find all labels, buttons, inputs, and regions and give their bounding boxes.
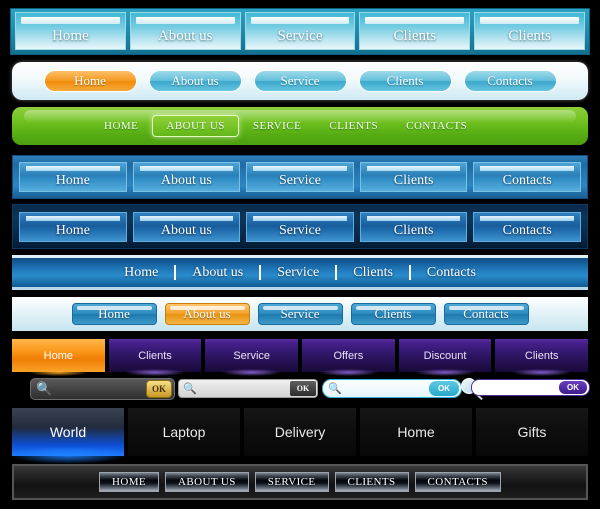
nav-item-clients[interactable]: Clients bbox=[359, 211, 468, 242]
nav-item-about-us[interactable]: About us bbox=[164, 303, 250, 325]
nav-item-label: About us bbox=[157, 28, 213, 44]
nav-item-contacts[interactable]: Contacts bbox=[411, 265, 492, 280]
search-bar-cyan: 🔍 OK bbox=[322, 379, 462, 398]
nav-bar-medium-blue-tabs: Home About us Service Clients Contacts bbox=[12, 155, 588, 199]
nav-item-label: Contacts bbox=[502, 173, 552, 188]
nav-bar-white-rounded-pills: Home About us Service Clients Contacts bbox=[12, 62, 588, 100]
search-ok-button[interactable]: OK bbox=[146, 380, 172, 398]
nav-item-service[interactable]: SERVICE bbox=[254, 472, 329, 492]
nav-item-home[interactable]: HOME bbox=[99, 472, 160, 492]
nav-item-about-us[interactable]: About us bbox=[148, 70, 242, 92]
nav-item-discount[interactable]: Discount bbox=[398, 339, 492, 376]
nav-item-home[interactable]: Home bbox=[15, 12, 126, 50]
nav-bar-light-cyan-tabs: Home About us Service Clients Clients bbox=[10, 8, 590, 55]
magnifier-icon: 🔍 bbox=[328, 383, 342, 395]
search-field-wrapper: OK bbox=[471, 379, 590, 396]
nav-item-about-us[interactable]: About us bbox=[132, 162, 241, 192]
search-bar-silver: 🔍 OK bbox=[178, 379, 318, 398]
nav-item-service[interactable]: Service bbox=[261, 265, 338, 280]
nav-item-label: About us bbox=[160, 173, 212, 188]
nav-item-label: Service bbox=[278, 222, 321, 238]
nav-item-label: Service bbox=[278, 173, 321, 188]
nav-item-service[interactable]: Service bbox=[246, 162, 354, 192]
magnifier-icon: 🔍 bbox=[183, 383, 197, 395]
nav-item-home[interactable]: HOME bbox=[90, 115, 152, 137]
nav-bar-black-tabs-blue-glow: World Laptop Delivery Home Gifts bbox=[7, 408, 588, 464]
nav-item-clients[interactable]: Clients bbox=[359, 162, 468, 192]
nav-item-home[interactable]: Home bbox=[12, 339, 105, 376]
nav-item-offers[interactable]: Offers bbox=[302, 339, 395, 376]
nav-item-clients[interactable]: Clients bbox=[350, 303, 436, 325]
nav-item-home[interactable]: Home bbox=[19, 162, 127, 192]
nav-item-world[interactable]: World bbox=[7, 408, 129, 464]
nav-item-clients[interactable]: CLIENTS bbox=[315, 115, 392, 137]
nav-item-service[interactable]: Service bbox=[246, 211, 354, 242]
nav-item-service[interactable]: Service bbox=[257, 303, 343, 325]
nav-item-about-us[interactable]: ABOUT US bbox=[165, 472, 249, 492]
nav-item-label: Clients bbox=[393, 222, 434, 238]
nav-item-contacts[interactable]: Contacts bbox=[473, 162, 581, 192]
nav-item-label: Home bbox=[55, 222, 90, 238]
nav-item-home[interactable]: Home bbox=[19, 211, 127, 242]
search-bar-white-purple: OK bbox=[455, 376, 590, 402]
nav-item-clients[interactable]: Clients bbox=[359, 12, 471, 50]
nav-item-contacts[interactable]: Contacts bbox=[443, 303, 529, 325]
nav-item-home[interactable]: Home bbox=[360, 408, 472, 456]
nav-item-contacts[interactable]: Contacts bbox=[473, 211, 581, 242]
search-ok-button[interactable]: OK bbox=[290, 381, 316, 396]
nav-item-gifts[interactable]: Gifts bbox=[476, 408, 588, 456]
nav-item-contacts[interactable]: Contacts bbox=[463, 70, 557, 92]
nav-item-laptop[interactable]: Laptop bbox=[128, 408, 240, 456]
nav-item-label: Contacts bbox=[502, 222, 552, 238]
nav-bar-pale-strip-blue-buttons: Home About us Service Clients Contacts bbox=[12, 297, 588, 331]
nav-bar-purple-blocks: Home Clients Service Offers Discount Cli… bbox=[12, 339, 589, 376]
nav-item-clients-2[interactable]: Clients bbox=[474, 12, 585, 50]
nav-item-clients-2[interactable]: Clients bbox=[495, 339, 589, 376]
nav-item-label: Clients bbox=[508, 28, 551, 44]
nav-item-home[interactable]: Home bbox=[71, 303, 157, 325]
nav-item-label: Clients bbox=[393, 28, 437, 44]
nav-item-service[interactable]: Service bbox=[244, 12, 356, 50]
nav-bar-blue-strip-separators: Home About us Service Clients Contacts bbox=[12, 255, 588, 290]
navigation-bar-template-sheet: Home About us Service Clients Clients Ho… bbox=[0, 0, 600, 509]
nav-item-home[interactable]: Home bbox=[108, 265, 177, 280]
nav-item-label: Service bbox=[277, 28, 323, 44]
nav-item-label: Clients bbox=[393, 173, 434, 188]
nav-item-service[interactable]: Service bbox=[205, 339, 299, 376]
nav-item-contacts[interactable]: CONTACTS bbox=[392, 115, 481, 137]
magnifier-icon: 🔍 bbox=[36, 381, 53, 396]
nav-item-label: Home bbox=[52, 28, 89, 44]
nav-item-clients[interactable]: Clients bbox=[108, 339, 202, 376]
nav-item-home[interactable]: Home bbox=[43, 70, 137, 92]
nav-bar-dark-blue-tabs: Home About us Service Clients Contacts bbox=[12, 204, 588, 249]
nav-item-clients[interactable]: Clients bbox=[337, 265, 411, 280]
search-bar-row: 🔍 OK 🔍 OK 🔍 OK OK bbox=[0, 376, 600, 404]
nav-item-service[interactable]: Service bbox=[253, 70, 347, 92]
nav-item-label: Home bbox=[55, 173, 90, 188]
nav-item-about-us[interactable]: About us bbox=[132, 211, 241, 242]
nav-item-about-us[interactable]: About us bbox=[129, 12, 241, 50]
nav-item-about-us[interactable]: ABOUT US bbox=[152, 115, 239, 137]
nav-bar-green: HOME ABOUT US SERVICE CLIENTS CONTACTS bbox=[12, 107, 588, 145]
nav-item-service[interactable]: SERVICE bbox=[239, 115, 315, 137]
nav-item-delivery[interactable]: Delivery bbox=[244, 408, 356, 456]
nav-item-clients[interactable]: CLIENTS bbox=[334, 472, 409, 492]
nav-item-clients[interactable]: Clients bbox=[358, 70, 452, 92]
search-ok-button[interactable]: OK bbox=[559, 381, 587, 394]
nav-item-label: About us bbox=[160, 222, 212, 238]
nav-item-contacts[interactable]: CONTACTS bbox=[414, 472, 501, 492]
nav-bar-dark-metallic: HOME ABOUT US SERVICE CLIENTS CONTACTS bbox=[12, 464, 588, 500]
search-bar-dark-gold: 🔍 OK bbox=[30, 378, 175, 400]
nav-item-about-us[interactable]: About us bbox=[176, 265, 262, 280]
